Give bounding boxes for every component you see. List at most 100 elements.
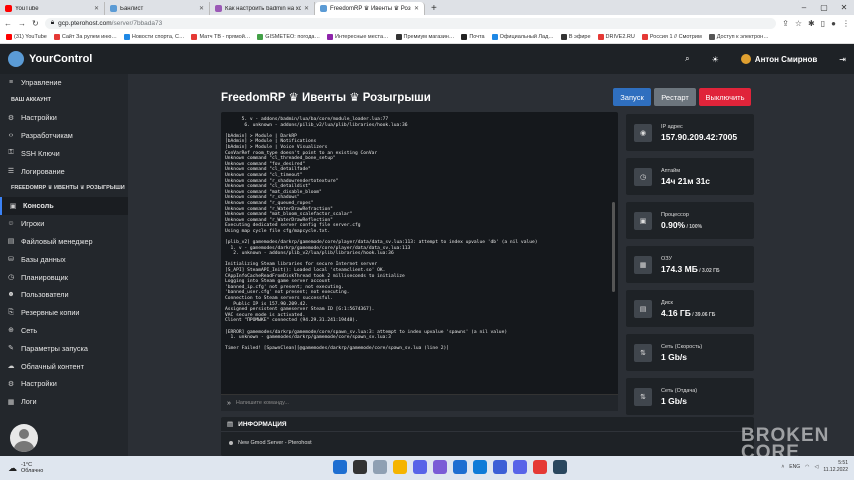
minimize-icon[interactable]: – (794, 0, 814, 15)
sidebar-item[interactable]: ▣ Консоль (0, 196, 128, 215)
app-logo[interactable]: YourControl (8, 51, 92, 67)
sidebar-item[interactable]: ⚿ SSH Ключи (0, 144, 128, 162)
bookmark-item[interactable]: Россия 1 // Смотрим (641, 34, 702, 40)
sidebar-item[interactable]: ▤ Файловый менеджер (0, 233, 128, 251)
taskbar-app-icon[interactable] (353, 460, 367, 474)
bookmark-item[interactable]: DRIVE2.RU (597, 34, 635, 40)
reload-icon[interactable]: ↻ (32, 19, 39, 28)
page-title: FreedomRP ♛ Ивенты ♛ Розыгрыши (221, 92, 431, 104)
wifi-icon: ◉ (634, 123, 652, 142)
sidebar-icon: ‹› (8, 131, 14, 139)
sidebar-icon: ▤ (7, 238, 15, 246)
bookmark-item[interactable]: Почта (461, 34, 485, 40)
bookmark-favicon-icon (708, 34, 715, 40)
sidebar-item[interactable]: ≡ Управление (0, 74, 128, 92)
logout-icon[interactable]: ⇥ (839, 55, 846, 64)
sidebar-item[interactable]: ☁ Облачный контент (0, 357, 128, 375)
close-window-icon[interactable]: ✕ (834, 0, 854, 15)
close-tab-icon[interactable]: ✕ (414, 5, 419, 12)
clock[interactable]: 5:51 11.12.2022 (823, 460, 848, 474)
stop-button[interactable]: Выключить (699, 88, 751, 106)
sidebar-item[interactable]: ▦ Логи (0, 393, 128, 411)
taskbar-app-icon[interactable] (333, 460, 347, 474)
forward-icon[interactable]: → (18, 19, 26, 28)
console-output[interactable]: 5. v - addons/badmin/lua/ba/core/module_… (221, 112, 618, 411)
sidebar-item[interactable]: ⚙ Настройки (0, 109, 128, 127)
bookmark-item[interactable]: Сайт За рулем иню… (53, 34, 117, 40)
address-bar[interactable]: 🔒︎ gcp.pterohost.com/server/7bbada73 (44, 17, 777, 29)
close-tab-icon[interactable]: ✕ (199, 5, 204, 12)
back-icon[interactable]: ← (4, 19, 12, 28)
new-tab-button[interactable]: + (425, 2, 443, 15)
menu-icon[interactable]: ⋮ (842, 19, 850, 28)
close-tab-icon[interactable]: ✕ (304, 5, 309, 12)
weather-widget[interactable]: ☁ -1°C Облачно (0, 462, 43, 474)
sidebar-icon: ▦ (7, 398, 15, 406)
sidebar-item[interactable]: ☰ Логирование (0, 162, 128, 180)
stat-limit: / 3.02 ГБ (697, 267, 720, 274)
star-icon[interactable]: ☆ (795, 19, 802, 28)
bookmark-item[interactable]: Премиум магазин… (395, 34, 454, 40)
bookmark-item[interactable]: (31) YouTube (6, 34, 47, 40)
site-favicon-icon (110, 5, 117, 12)
taskbar-app-icon[interactable] (453, 460, 467, 474)
taskbar-app-icon[interactable] (373, 460, 387, 474)
taskbar-app-icon[interactable] (493, 460, 507, 474)
chevron-up-icon[interactable]: ˄ (781, 464, 784, 470)
taskbar-app-icon[interactable] (413, 460, 427, 474)
maximize-icon[interactable]: ▢ (814, 0, 834, 15)
user-menu[interactable]: Антон Смирнов (740, 54, 817, 64)
sidebar-item[interactable]: ⚙ Настройки (0, 375, 128, 393)
sidebar-icon: ≡ (8, 79, 14, 87)
volume-icon[interactable]: ◁ (814, 464, 818, 470)
sidepanel-icon[interactable]: ▯ (821, 19, 825, 28)
stat-card: ▣ Процессор 0.90% / 100% (626, 202, 754, 239)
bookmark-item[interactable]: В эфире (560, 34, 591, 40)
profile-icon[interactable]: ● (831, 19, 836, 28)
bookmark-item[interactable]: Официальный Лад… (491, 34, 554, 40)
bookmark-item[interactable]: GISMETEO: погода… (257, 34, 320, 40)
sidebar-item[interactable]: ⊕ Сеть (0, 322, 128, 340)
close-tab-icon[interactable]: ✕ (94, 5, 99, 12)
taskbar-app-icon[interactable] (533, 460, 547, 474)
taskbar-app-icon[interactable] (433, 460, 447, 474)
sidebar-item[interactable]: ⎘ Резервные копии (0, 304, 128, 322)
sidebar-item[interactable]: ☻ Пользователи (0, 286, 128, 304)
start-button[interactable]: Запуск (613, 88, 651, 106)
share-icon[interactable]: ⇪ (782, 19, 789, 28)
stat-value: 1 Gb/s (661, 351, 687, 362)
extensions-icon[interactable]: ✱ (808, 19, 815, 28)
browser-tab-youtube[interactable]: YouTube ✕ (0, 2, 105, 15)
sidebar-item[interactable]: ⛁ Базы данных (0, 250, 128, 268)
server-stats: ◉ IP адрес 157.90.209.42:7005 ◷ Аптайм 14ч 21… (626, 114, 754, 422)
wifi-icon[interactable]: ◠ (805, 464, 809, 470)
sidebar-icon: ▣ (9, 202, 17, 210)
browser-tab-strip: YouTube ✕ Банлист ✕ Как настроить badmin н… (0, 0, 854, 15)
browser-tab-active[interactable]: FreedomRP ♛ Ивенты ♛ Розыгр✕ (315, 2, 425, 15)
theme-toggle-icon[interactable]: ☀ (712, 55, 719, 64)
stat-card: ▦ ОЗУ 174.3 МБ / 3.02 ГБ (626, 246, 754, 283)
sidebar-item[interactable]: ‹› Разработчикам (0, 127, 128, 145)
sidebar-icon: ⚙ (7, 114, 15, 122)
taskbar-app-icon[interactable] (513, 460, 527, 474)
bookmark-item[interactable]: Новости спорта, С… (123, 34, 184, 40)
sidebar-item[interactable]: ☺ Игроки (0, 215, 128, 233)
bookmark-favicon-icon (6, 34, 12, 40)
bookmark-item[interactable]: Матч ТВ - прямой… (191, 34, 250, 40)
taskbar-app-icon[interactable] (553, 460, 567, 474)
sidebar-avatar[interactable] (10, 424, 38, 452)
sidebar-item[interactable]: ◷ Планировщик (0, 268, 128, 286)
sidebar-item-label: Логи (21, 397, 37, 407)
bookmark-item[interactable]: Интересные места… (326, 34, 389, 40)
browser-tab-banlist[interactable]: Банлист ✕ (105, 2, 210, 15)
bookmark-item[interactable]: Доступ к электрон… (708, 34, 769, 40)
command-input[interactable]: » Напишите команду... (221, 394, 618, 411)
taskbar-app-icon[interactable] (473, 460, 487, 474)
taskbar-app-icon[interactable] (393, 460, 407, 474)
restart-button[interactable]: Рестарт (654, 88, 696, 106)
sidebar-item[interactable]: ✎ Параметры запуска (0, 339, 128, 357)
browser-tab-badmin[interactable]: Как настроить badmin на хостинге✕ (210, 2, 315, 15)
console-scrollbar[interactable] (612, 202, 615, 292)
memory-icon: ▦ (634, 255, 652, 274)
search-icon[interactable]: ⌕ (685, 54, 689, 64)
